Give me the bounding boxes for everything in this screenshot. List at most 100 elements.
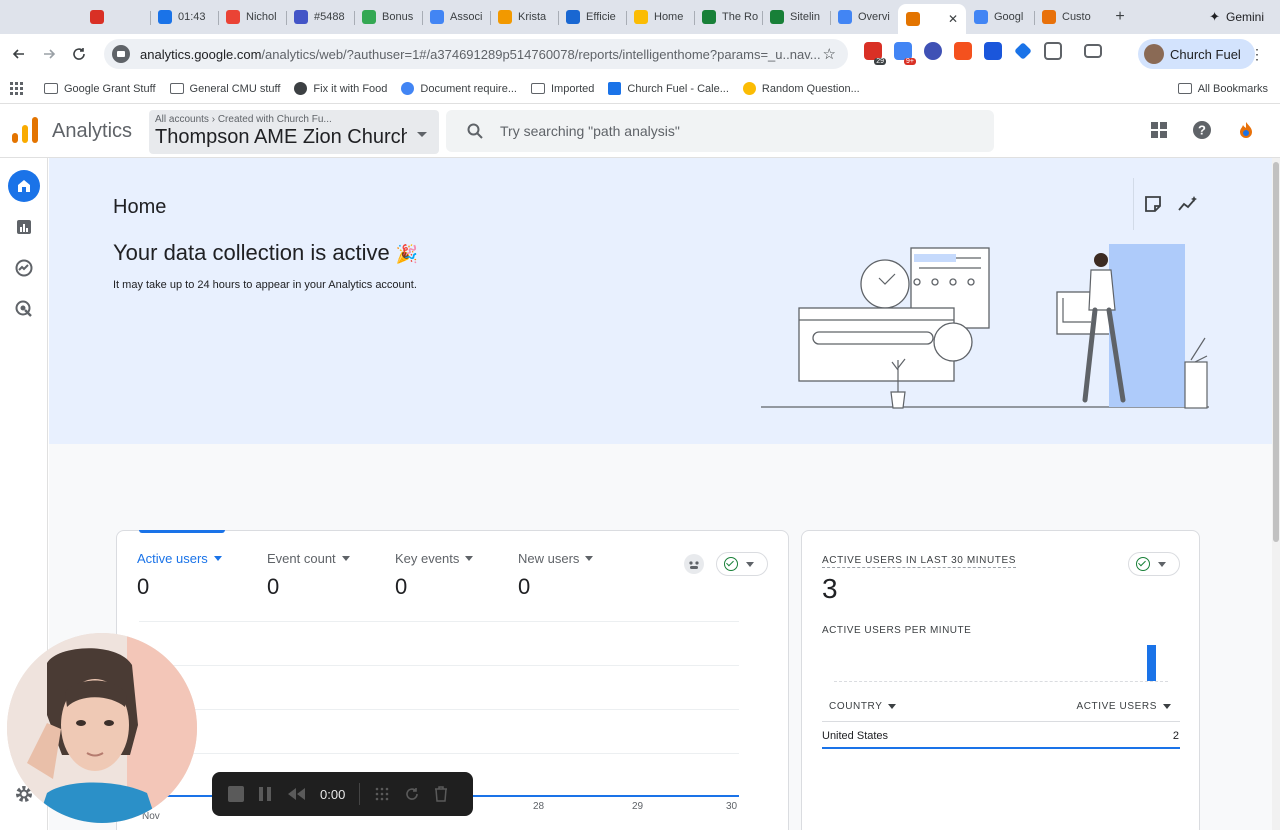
tab-label: 01:43 [178, 11, 206, 23]
calendar-extension-icon[interactable]: 29 [864, 42, 886, 65]
help-icon[interactable]: ? [1192, 120, 1212, 140]
tab-label: Krista [518, 11, 547, 23]
browser-tab[interactable]: Sitelin [762, 3, 830, 31]
country-column-header[interactable]: COUNTRY [829, 701, 897, 712]
account-picker[interactable]: All accounts › Created with Church Fu...… [149, 110, 439, 154]
pause-icon[interactable] [258, 786, 272, 802]
browser-tab[interactable]: Nichol [218, 3, 286, 31]
note-icon[interactable] [1144, 195, 1162, 213]
profile-chip[interactable]: Church Fuel [1138, 39, 1255, 69]
extensions-row: 29 9+ [864, 42, 1102, 65]
mail-extension-icon[interactable]: 9+ [894, 42, 916, 65]
nav-explore-button[interactable] [8, 252, 40, 284]
metric-label-text: Key events [395, 551, 460, 566]
analytics-logo-icon[interactable] [12, 117, 38, 143]
tab-favicon-icon [770, 10, 784, 24]
realtime-quality-chip[interactable] [1128, 552, 1180, 576]
browser-tab[interactable]: Googl [966, 3, 1034, 31]
stop-icon[interactable] [228, 786, 244, 802]
trash-icon[interactable] [434, 786, 448, 802]
metric-label-text: New users [518, 551, 580, 566]
gridline [139, 621, 739, 622]
close-tab-icon[interactable]: ✕ [948, 12, 958, 26]
folder-icon [531, 83, 545, 94]
tab-label: Googl [994, 11, 1024, 23]
site-info-icon[interactable] [112, 45, 130, 63]
gridline [139, 709, 739, 710]
header-actions: ? [1150, 120, 1256, 140]
chrome-menu-icon[interactable]: ⋮ [1250, 46, 1264, 63]
browser-tab[interactable]: Custo [1034, 3, 1102, 31]
metric-tab[interactable]: Key events 0 [395, 551, 474, 600]
account-breadcrumb: All accounts › Created with Church Fu... [155, 114, 433, 125]
data-quality-chip[interactable] [716, 552, 768, 576]
browser-tab[interactable]: 01:43 [150, 3, 218, 31]
reload-button[interactable] [64, 39, 94, 69]
search-input[interactable]: Try searching "path analysis" [446, 110, 994, 152]
browser-tab[interactable] [82, 3, 150, 31]
puzzle-extensions-icon[interactable] [1044, 42, 1062, 60]
all-bookmarks-label: All Bookmarks [1197, 82, 1268, 95]
nav-home-button[interactable] [8, 170, 40, 202]
bookmark-item[interactable]: Random Question... [742, 82, 860, 95]
page-scrollbar[interactable] [1272, 158, 1280, 830]
browser-tab[interactable]: Bonus [354, 3, 422, 31]
table-header-divider [822, 721, 1180, 722]
per-minute-bar[interactable] [1147, 645, 1156, 681]
caret-down-icon [1163, 704, 1171, 709]
restart-icon[interactable] [404, 786, 420, 802]
forward-button[interactable] [34, 39, 64, 69]
google-icon [401, 82, 415, 95]
chevron-right-icon: › [211, 114, 216, 125]
nav-advertising-button[interactable] [8, 293, 40, 325]
blur-icon[interactable] [374, 786, 390, 802]
bookmark-star-icon[interactable]: ☆ [823, 45, 836, 63]
metric-label: Event count [267, 551, 350, 566]
bookmark-item[interactable]: Church Fuel - Cale... [608, 82, 729, 95]
ga-header: Analytics All accounts › Created with Ch… [0, 104, 1280, 158]
bookmark-item[interactable]: Document require... [401, 82, 517, 95]
browser-tab[interactable]: Efficie [558, 3, 626, 31]
apps-grid-icon[interactable] [1150, 121, 1168, 139]
circle-extension-icon[interactable] [924, 42, 942, 60]
bookmark-item[interactable]: General CMU stuff [169, 82, 281, 95]
insights-icon[interactable] [1178, 195, 1198, 213]
address-bar[interactable]: analytics.google.com/analytics/web/?auth… [104, 39, 848, 69]
webcam-overlay[interactable] [7, 633, 197, 823]
nav-reports-button[interactable] [8, 211, 40, 243]
bookmark-item[interactable]: Google Grant Stuff [44, 83, 156, 95]
account-avatar-icon[interactable] [1236, 120, 1256, 140]
rewind-icon[interactable] [286, 787, 306, 801]
chat-icon [742, 82, 756, 95]
realtime-title[interactable]: ACTIVE USERS IN LAST 30 MINUTES [822, 555, 1017, 568]
metric-tab[interactable]: New users 0 [518, 551, 594, 600]
browser-tab[interactable]: #5488 [286, 3, 354, 31]
browser-tab[interactable]: ✕ [898, 4, 966, 34]
tag-extension-icon[interactable] [1014, 42, 1032, 60]
bookmark-item[interactable]: Imported [531, 83, 594, 95]
recording-time: 0:00 [320, 786, 346, 802]
active-users-column-header[interactable]: ACTIVE USERS [1076, 701, 1171, 712]
browser-tab[interactable]: Associ [422, 3, 490, 31]
back-button[interactable] [4, 39, 34, 69]
metric-tab[interactable]: Active users 0 [137, 551, 222, 600]
tab-favicon-icon [226, 10, 240, 24]
browser-tab[interactable]: Overvi [830, 3, 898, 31]
bookmark-label: General CMU stuff [189, 82, 281, 95]
main-content: Home Your data collection is active 🎉 It… [49, 158, 1272, 830]
insights-bot-icon[interactable] [683, 553, 705, 575]
bookmark-item[interactable]: Fix it with Food [294, 82, 387, 95]
tab-search-icon[interactable] [1084, 44, 1102, 58]
scrollbar-thumb[interactable] [1273, 162, 1279, 542]
page-title: Home [113, 196, 167, 218]
play-extension-icon[interactable] [984, 42, 1002, 60]
browser-tab[interactable]: Krista [490, 3, 558, 31]
apps-icon[interactable] [10, 81, 24, 96]
all-bookmarks-button[interactable]: All Bookmarks [1177, 82, 1268, 95]
new-tab-button[interactable]: + [1108, 8, 1132, 26]
browser-tab[interactable]: Home [626, 3, 694, 31]
metric-tab[interactable]: Event count 0 [267, 551, 350, 600]
grid-extension-icon[interactable] [954, 42, 972, 60]
browser-tab[interactable]: The Ro [694, 3, 762, 31]
gemini-button[interactable]: ✦ Gemini [1201, 4, 1272, 30]
